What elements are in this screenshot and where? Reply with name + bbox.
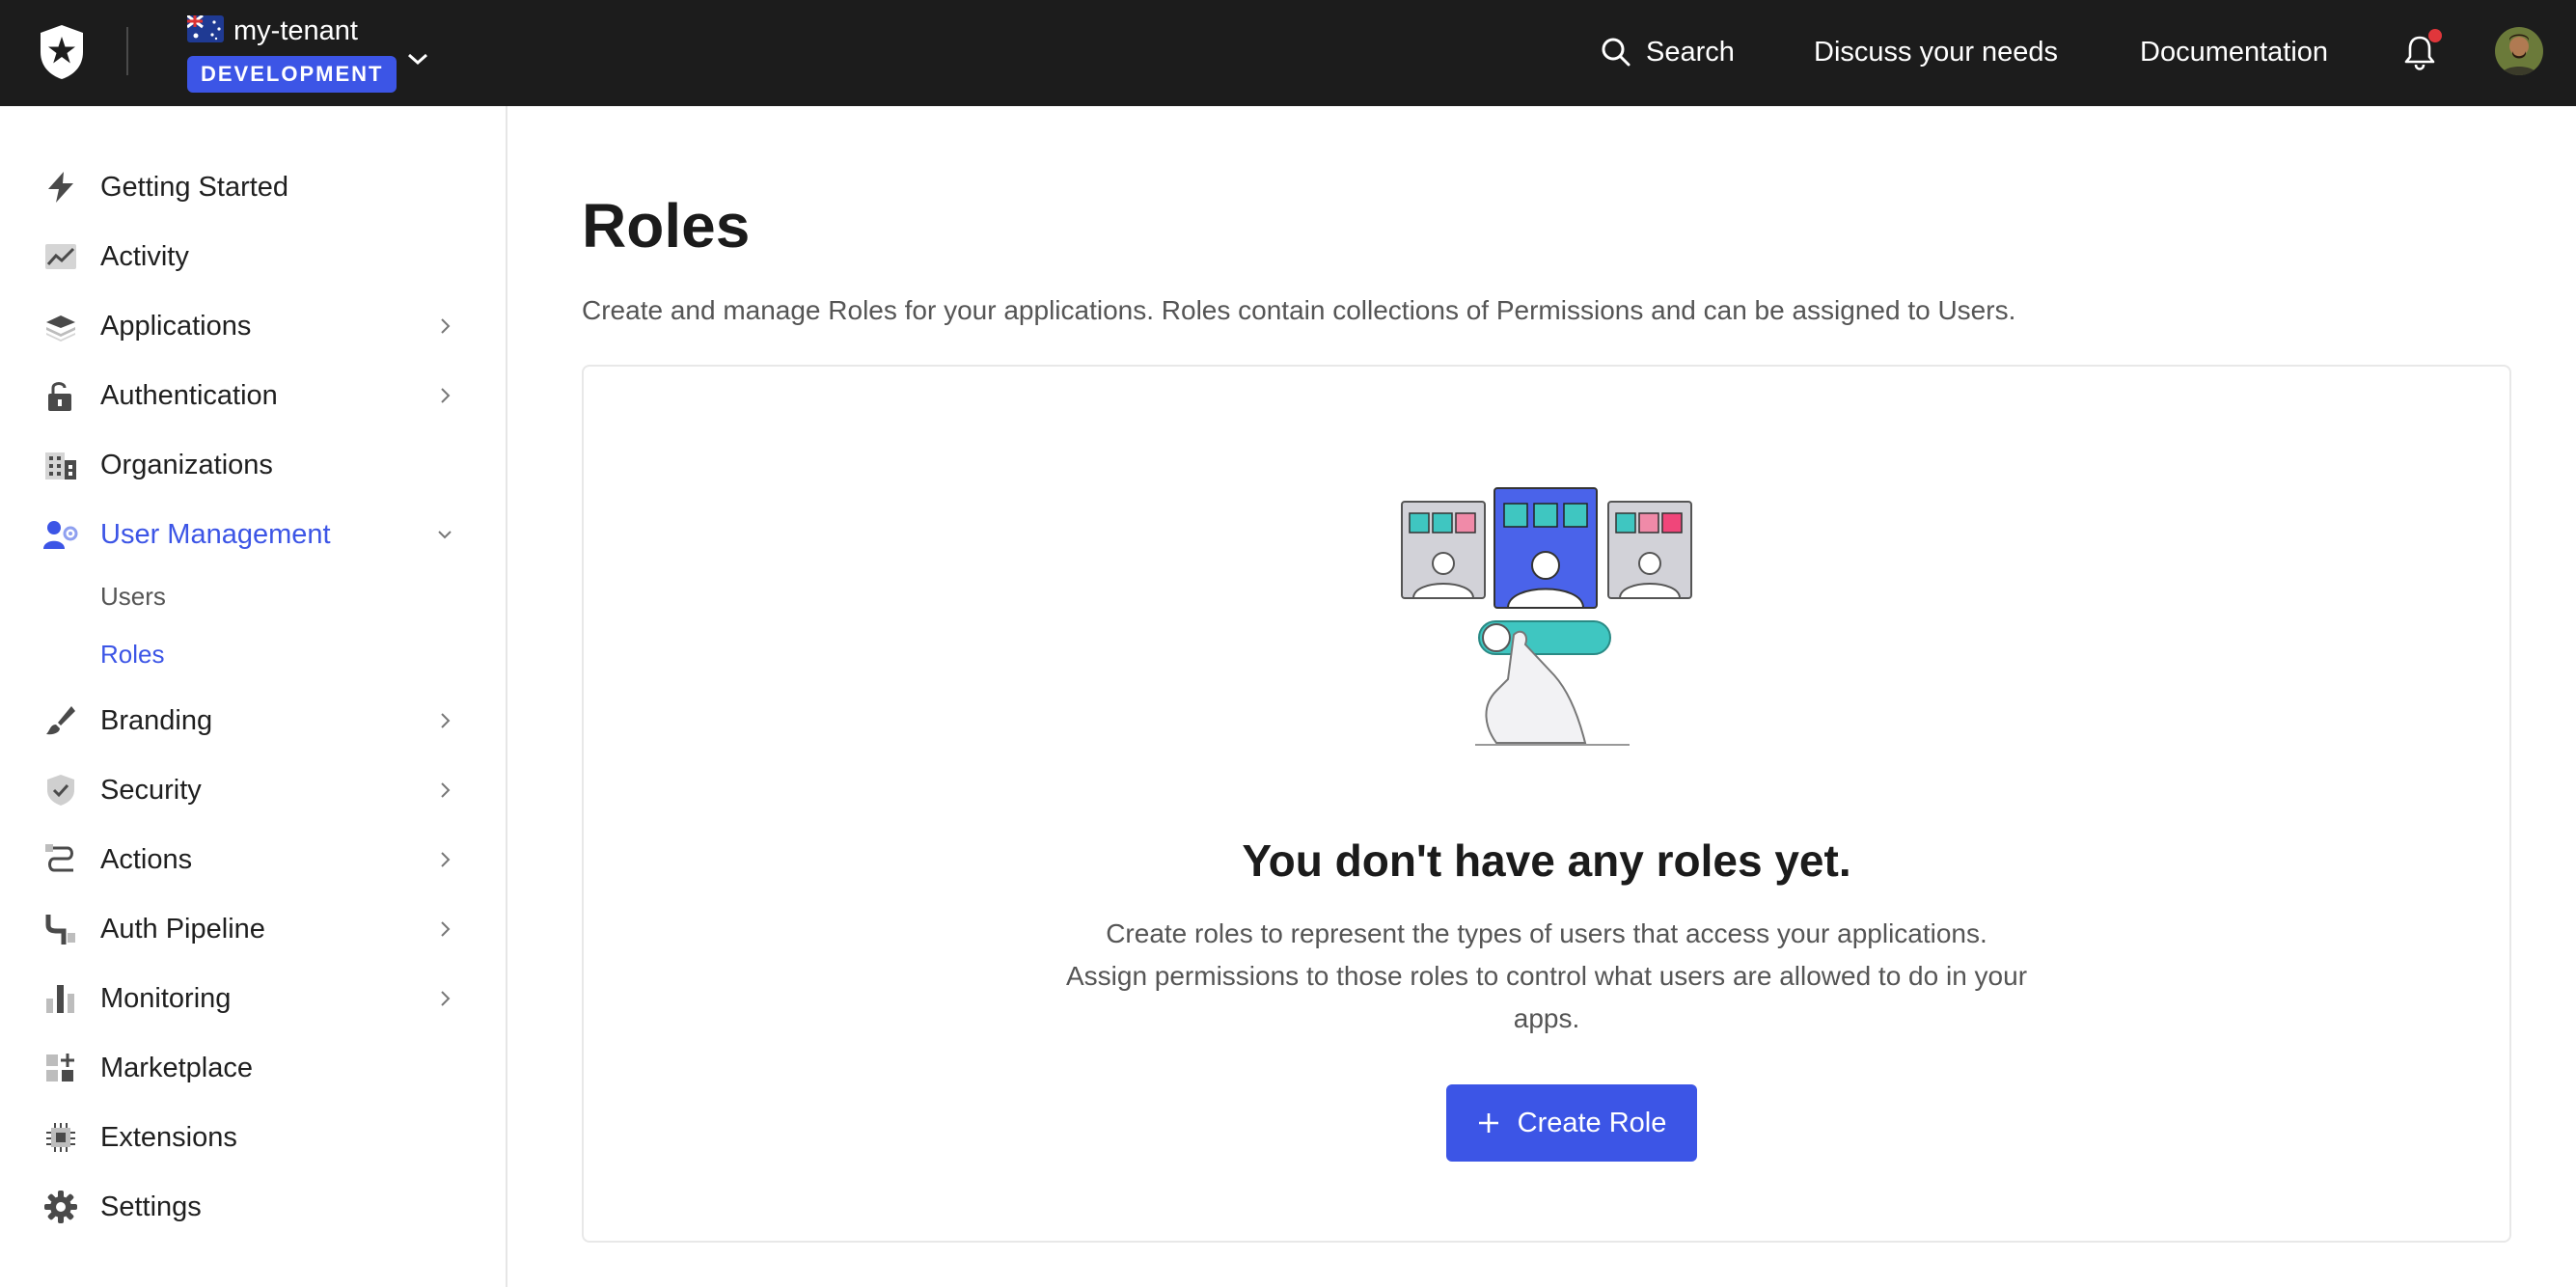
sidebar-item-organizations[interactable]: Organizations (0, 434, 506, 496)
sidebar-item-label: Security (100, 775, 202, 806)
create-role-button[interactable]: Create Role (1446, 1084, 1697, 1162)
page-description: Create and manage Roles for your applica… (582, 295, 2016, 325)
top-navigation-bar: my-tenant DEVELOPMENT Search Discuss you… (0, 0, 2576, 106)
search-button[interactable]: Search (1600, 33, 1735, 71)
unlock-icon (48, 382, 71, 411)
tenant-switcher[interactable]: my-tenant DEVELOPMENT (187, 14, 438, 93)
gear-icon (44, 1191, 77, 1223)
sidebar-item-label: Authentication (100, 380, 278, 411)
sidebar-item-actions[interactable]: Actions (0, 829, 506, 890)
sidebar-item-branding[interactable]: Branding (0, 690, 506, 752)
sidebar-item-authentication[interactable]: Authentication (0, 365, 506, 426)
lightning-icon (48, 172, 73, 203)
roles-illustration-icon (1401, 487, 1692, 746)
sidebar-item-label: Monitoring (100, 983, 232, 1014)
sidebar-item-label: Branding (100, 705, 213, 736)
bar-chart-icon (46, 985, 74, 1013)
australia-flag-icon (187, 15, 224, 42)
chevron-down-icon (438, 531, 452, 539)
pipe-icon (45, 915, 75, 945)
user-gear-icon (43, 521, 78, 549)
shield-check-icon (47, 775, 74, 806)
sidebar-item-label: Activity (100, 241, 189, 272)
sidebar-item-label: Applications (100, 311, 252, 342)
sidebar-item-security[interactable]: Security (0, 759, 506, 821)
sidebar-item-label: Extensions (100, 1122, 237, 1153)
chevron-right-icon (441, 388, 451, 403)
sidebar-item-settings[interactable]: Settings (0, 1176, 506, 1238)
avatar-image-icon (2495, 27, 2543, 75)
sidebar-item-label: Getting Started (100, 172, 289, 203)
chevron-right-icon (441, 852, 451, 867)
create-role-label: Create Role (1517, 1107, 1667, 1138)
empty-state-card: You don't have any roles yet. Create rol… (582, 365, 2511, 1243)
chip-icon (46, 1123, 75, 1152)
auth0-logo-icon[interactable] (35, 23, 89, 81)
sidebar: Getting Started Activity Applications Au… (0, 106, 507, 1287)
chevron-right-icon (441, 991, 451, 1006)
sidebar-item-auth-pipeline[interactable]: Auth Pipeline (0, 898, 506, 960)
sidebar-item-extensions[interactable]: Extensions (0, 1107, 506, 1168)
plus-icon (1478, 1113, 1498, 1133)
chevron-right-icon (441, 782, 451, 798)
sidebar-item-applications[interactable]: Applications (0, 295, 506, 357)
empty-state-title: You don't have any roles yet. (1242, 835, 1851, 886)
chevron-down-icon (408, 53, 427, 66)
paintbrush-icon (46, 706, 75, 735)
building-icon (45, 452, 76, 479)
tenant-name: my-tenant (233, 15, 358, 46)
flow-icon (45, 844, 73, 872)
page-title: Roles (582, 191, 751, 260)
sidebar-item-label: Actions (100, 844, 193, 875)
sidebar-item-activity[interactable]: Activity (0, 226, 506, 288)
logo-divider (126, 27, 128, 75)
discuss-your-needs-link[interactable]: Discuss your needs (1814, 33, 2058, 71)
chevron-right-icon (441, 713, 451, 728)
search-icon (1602, 38, 1631, 67)
chevron-right-icon (441, 318, 451, 334)
empty-state-description: Create roles to represent the types of u… (1065, 918, 2028, 1033)
sidebar-item-monitoring[interactable]: Monitoring (0, 968, 506, 1029)
sidebar-item-user-management[interactable]: User Management (0, 504, 506, 565)
sidebar-item-label: Settings (100, 1191, 202, 1222)
main-content: Roles Create and manage Roles for your a… (507, 106, 2576, 1287)
sidebar-item-label: Marketplace (100, 1053, 253, 1083)
sidebar-subitem-users[interactable]: Users (100, 577, 166, 616)
sidebar-item-label: User Management (100, 519, 331, 550)
sidebar-item-label: Auth Pipeline (100, 914, 265, 945)
grid-plus-icon (46, 1054, 74, 1082)
layers-icon (46, 315, 75, 342)
environment-badge: DEVELOPMENT (187, 56, 397, 93)
documentation-link[interactable]: Documentation (2140, 33, 2328, 71)
sidebar-item-getting-started[interactable]: Getting Started (0, 156, 506, 218)
sidebar-subitem-roles[interactable]: Roles (100, 635, 164, 673)
activity-chart-icon (45, 244, 76, 269)
notification-dot (2428, 29, 2442, 42)
chevron-right-icon (441, 921, 451, 937)
sidebar-item-marketplace[interactable]: Marketplace (0, 1037, 506, 1099)
search-label: Search (1646, 37, 1735, 68)
user-avatar[interactable] (2495, 27, 2543, 75)
sidebar-item-label: Organizations (100, 450, 273, 480)
